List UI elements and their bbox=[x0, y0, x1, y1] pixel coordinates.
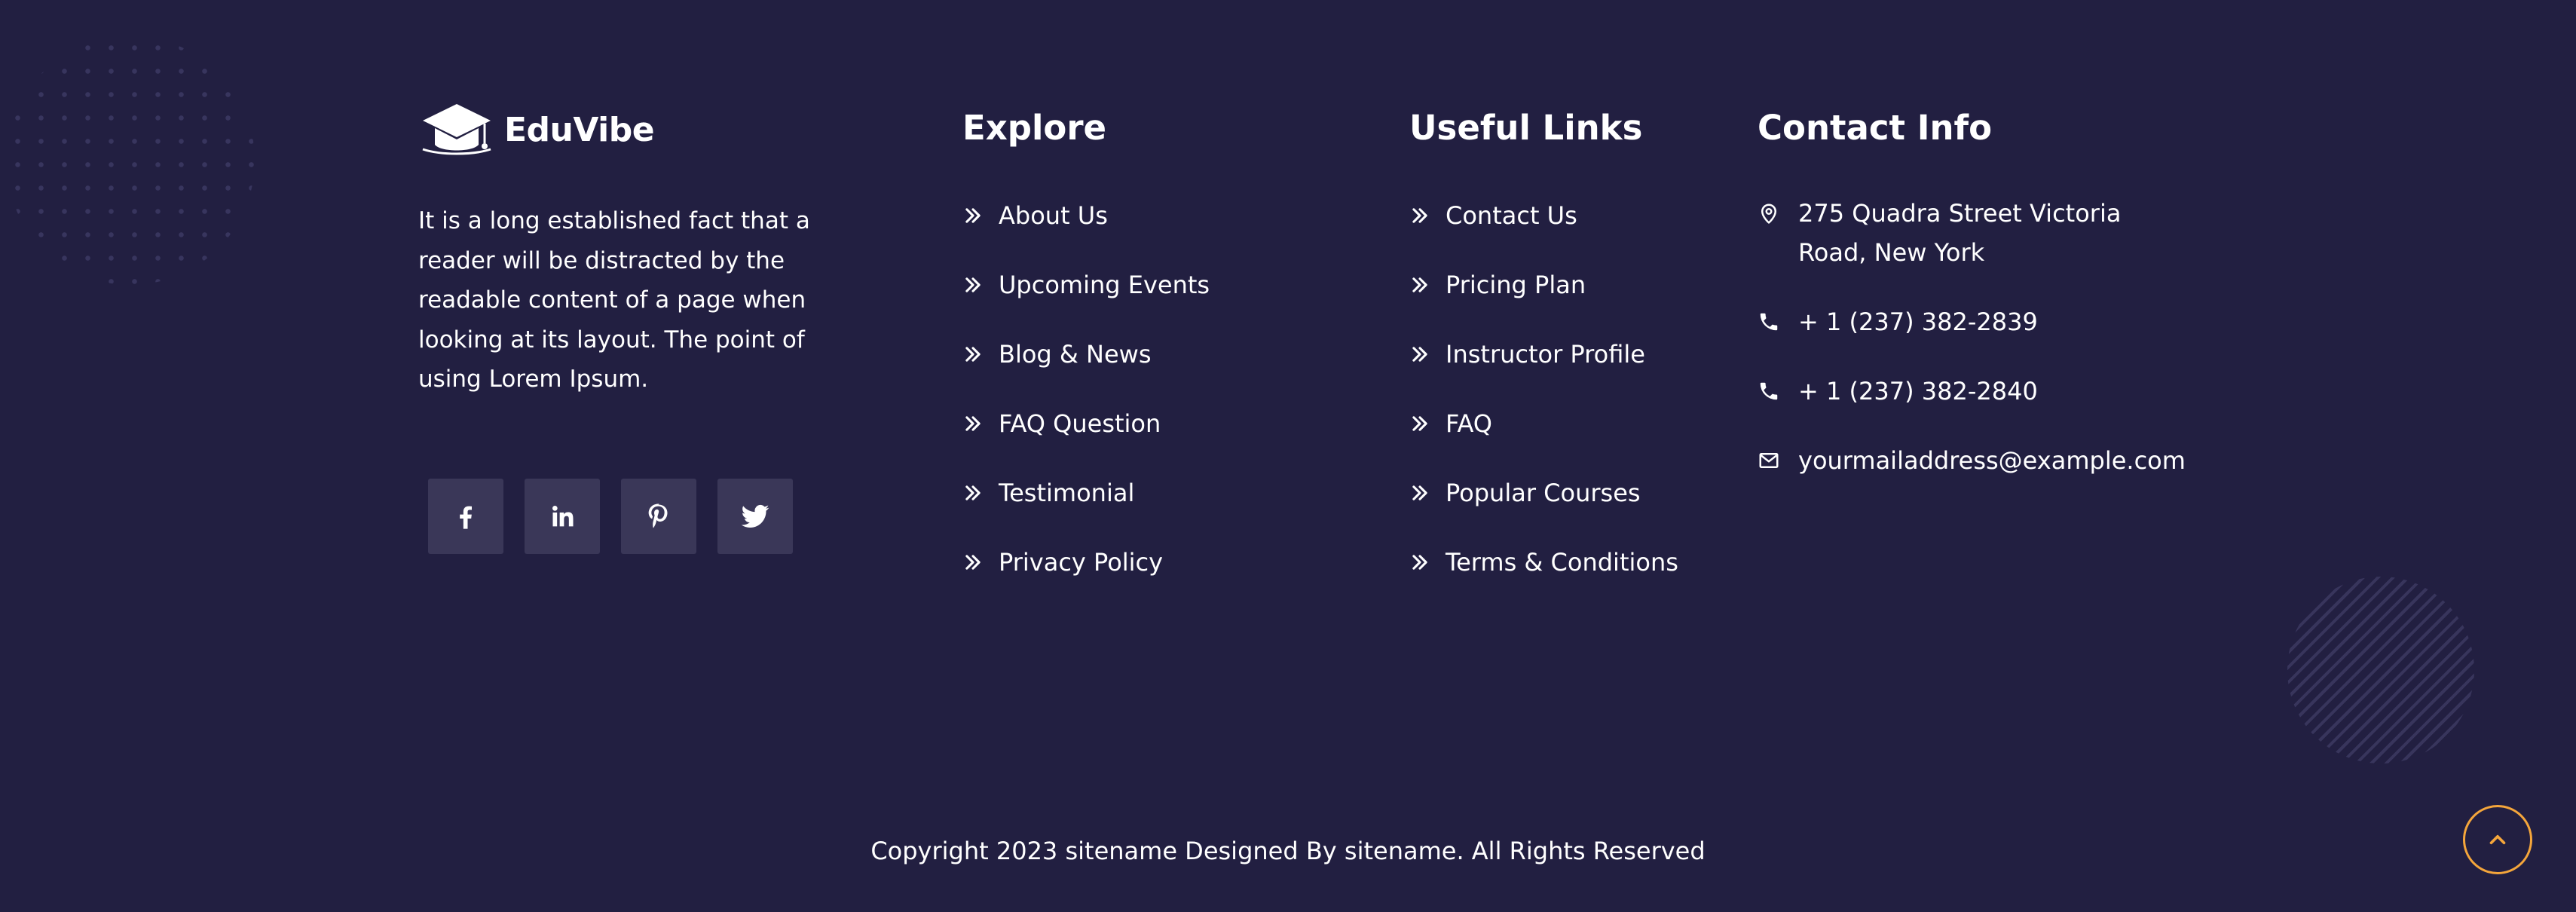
twitter-icon bbox=[741, 504, 769, 528]
link-faq-question[interactable]: FAQ Question bbox=[962, 389, 1210, 458]
link-privacy-policy[interactable]: Privacy Policy bbox=[962, 528, 1210, 597]
link-label: Instructor Profile bbox=[1446, 340, 1645, 369]
site-footer: EduVibe It is a long established fact th… bbox=[0, 0, 2576, 912]
link-contact-us[interactable]: Contact Us bbox=[1409, 181, 1678, 250]
footer-brand: EduVibe It is a long established fact th… bbox=[418, 99, 810, 399]
link-faq[interactable]: FAQ bbox=[1409, 389, 1678, 458]
facebook-icon bbox=[460, 506, 472, 529]
link-label: Upcoming Events bbox=[999, 271, 1210, 299]
link-label: Blog & News bbox=[999, 340, 1152, 369]
brand-name: EduVibe bbox=[504, 110, 655, 149]
link-upcoming-events[interactable]: Upcoming Events bbox=[962, 250, 1210, 320]
contact-phone-2[interactable]: + 1 (237) 382-2840 bbox=[1758, 372, 2190, 411]
double-chevron-right-icon bbox=[1409, 552, 1430, 573]
link-pricing-plan[interactable]: Pricing Plan bbox=[1409, 250, 1678, 320]
double-chevron-right-icon bbox=[962, 205, 984, 226]
link-popular-courses[interactable]: Popular Courses bbox=[1409, 458, 1678, 528]
link-blog-news[interactable]: Blog & News bbox=[962, 320, 1210, 389]
double-chevron-right-icon bbox=[1409, 344, 1430, 365]
contact-address: 275 Quadra Street Victoria Road, New Yor… bbox=[1758, 194, 2190, 272]
copyright-text: Copyright 2023 sitename Designed By site… bbox=[870, 837, 1706, 865]
link-terms-conditions[interactable]: Terms & Conditions bbox=[1409, 528, 1678, 597]
twitter-button[interactable] bbox=[717, 479, 793, 554]
double-chevron-right-icon bbox=[962, 482, 984, 503]
linkedin-button[interactable] bbox=[525, 479, 600, 554]
mail-icon bbox=[1758, 449, 1780, 472]
double-chevron-right-icon bbox=[1409, 274, 1430, 295]
contact-email[interactable]: yourmailaddress@example.com bbox=[1758, 441, 2190, 480]
link-testimonial[interactable]: Testimonial bbox=[962, 458, 1210, 528]
double-chevron-right-icon bbox=[962, 344, 984, 365]
link-label: Popular Courses bbox=[1446, 479, 1641, 507]
pinterest-button[interactable] bbox=[621, 479, 696, 554]
graduation-cap-icon bbox=[422, 104, 491, 155]
decorative-hatched-circle bbox=[2287, 577, 2474, 764]
link-label: Privacy Policy bbox=[999, 548, 1164, 577]
link-label: About Us bbox=[999, 201, 1108, 230]
phone-text: + 1 (237) 382-2840 bbox=[1798, 377, 2038, 406]
double-chevron-right-icon bbox=[962, 552, 984, 573]
decorative-dots bbox=[6, 36, 255, 285]
explore-links: About Us Upcoming Events Blog & News FAQ… bbox=[962, 181, 1210, 597]
phone-icon bbox=[1758, 311, 1780, 333]
phone-icon bbox=[1758, 380, 1780, 402]
double-chevron-right-icon bbox=[962, 413, 984, 434]
scroll-to-top-button[interactable] bbox=[2463, 805, 2532, 874]
phone-text: + 1 (237) 382-2839 bbox=[1798, 308, 2038, 336]
linkedin-icon bbox=[552, 506, 574, 527]
explore-column: Explore About Us Upcoming Events Blog & … bbox=[962, 106, 1210, 597]
useful-links-title: Useful Links bbox=[1409, 108, 1643, 148]
link-instructor-profile[interactable]: Instructor Profile bbox=[1409, 320, 1678, 389]
chevron-up-icon bbox=[2489, 834, 2506, 845]
social-links bbox=[428, 479, 793, 554]
link-label: Pricing Plan bbox=[1446, 271, 1586, 299]
contact-title: Contact Info bbox=[1758, 108, 1992, 148]
map-pin-icon bbox=[1758, 202, 1780, 225]
double-chevron-right-icon bbox=[1409, 413, 1430, 434]
address-text: 275 Quadra Street Victoria Road, New Yor… bbox=[1798, 199, 2122, 267]
link-label: FAQ bbox=[1446, 409, 1492, 438]
link-label: Terms & Conditions bbox=[1446, 548, 1678, 577]
brand-description: It is a long established fact that a rea… bbox=[418, 207, 810, 393]
useful-links-column: Useful Links Contact Us Pricing Plan Ins… bbox=[1409, 106, 1678, 597]
explore-title: Explore bbox=[962, 108, 1107, 148]
logo[interactable]: EduVibe bbox=[418, 99, 810, 160]
contact-column: Contact Info 275 Quadra Street Victoria … bbox=[1758, 106, 2190, 510]
pinterest-icon bbox=[648, 503, 668, 528]
link-label: Contact Us bbox=[1446, 201, 1577, 230]
link-about-us[interactable]: About Us bbox=[962, 181, 1210, 250]
link-label: Testimonial bbox=[999, 479, 1135, 507]
contact-list: 275 Quadra Street Victoria Road, New Yor… bbox=[1758, 194, 2190, 480]
facebook-button[interactable] bbox=[428, 479, 503, 554]
useful-links: Contact Us Pricing Plan Instructor Profi… bbox=[1409, 181, 1678, 597]
contact-phone-1[interactable]: + 1 (237) 382-2839 bbox=[1758, 302, 2190, 341]
double-chevron-right-icon bbox=[962, 274, 984, 295]
double-chevron-right-icon bbox=[1409, 205, 1430, 226]
link-label: FAQ Question bbox=[999, 409, 1161, 438]
email-text: yourmailaddress@example.com bbox=[1798, 446, 2186, 475]
double-chevron-right-icon bbox=[1409, 482, 1430, 503]
